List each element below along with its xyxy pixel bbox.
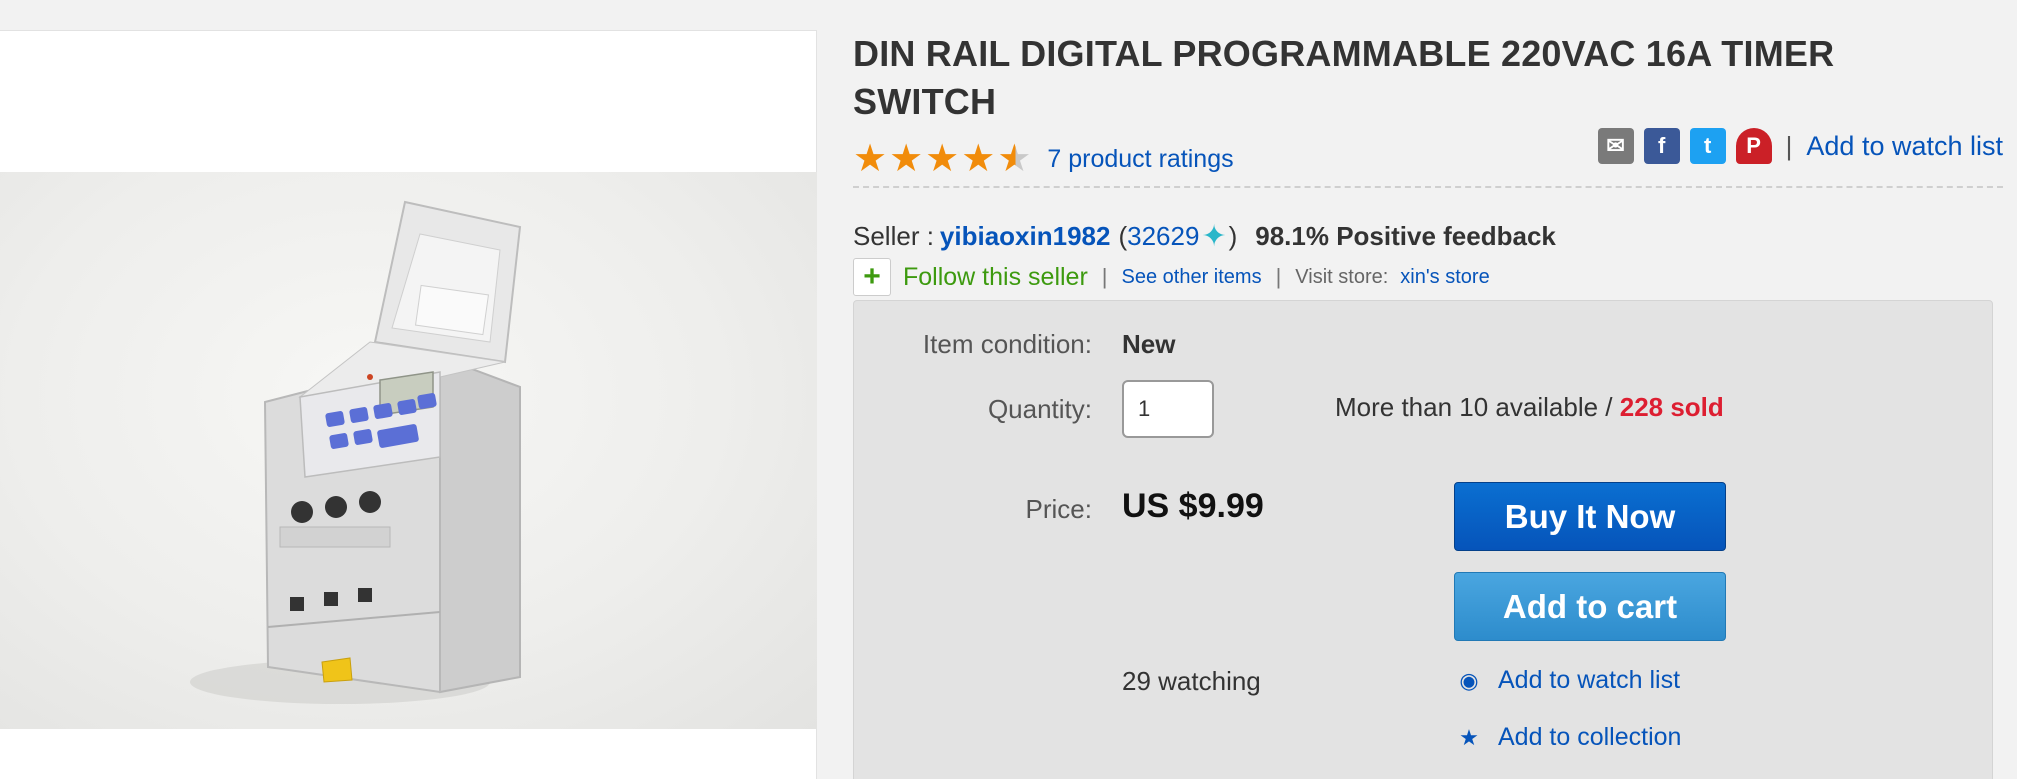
separator: |: [1785, 130, 1793, 161]
plus-icon[interactable]: +: [853, 258, 891, 296]
store-link[interactable]: xin's store: [1400, 266, 1489, 289]
seller-name-link[interactable]: yibiaoxin1982: [940, 221, 1111, 252]
email-icon[interactable]: ✉: [1597, 128, 1634, 164]
seller-label: Seller :: [853, 221, 934, 251]
divider: [853, 186, 2003, 188]
quantity-label: Quantity:: [987, 394, 1092, 424]
eye-icon: ◉: [1459, 667, 1479, 693]
sold-count[interactable]: 228 sold: [1620, 392, 1724, 422]
half-star-icon: ★: [997, 138, 1032, 180]
add-to-collection-action[interactable]: ★ Add to collection: [1454, 723, 1681, 752]
star-icon: ★: [853, 138, 888, 180]
timer-switch-illustration: [190, 200, 522, 704]
buy-it-now-button[interactable]: Buy It Now: [1454, 482, 1726, 551]
star-icon: ★: [961, 138, 996, 180]
availability-text: More than 10 available /: [1335, 392, 1620, 422]
item-condition-label: Item condition:: [922, 329, 1092, 359]
star-icon: ★: [1459, 724, 1479, 750]
add-to-cart-button[interactable]: Add to cart: [1454, 572, 1726, 641]
follow-row: + Follow this seller | See other items |…: [853, 258, 1490, 296]
buy-box: Item condition: New Quantity: More than …: [853, 300, 1993, 779]
follow-seller-link[interactable]: Follow this seller: [903, 263, 1088, 292]
rating-row: ★ ★ ★ ★ ★ 7 product ratings: [853, 140, 1234, 178]
seller-info: Seller : yibiaoxin1982 ( 32629 ✦ ) 98.1%…: [853, 219, 1556, 254]
shooting-star-icon: ✦: [1201, 220, 1227, 253]
product-image-panel: [0, 30, 817, 779]
paren-open: (: [1118, 221, 1128, 251]
separator: |: [1101, 264, 1108, 289]
see-other-items-link[interactable]: See other items: [1122, 266, 1262, 289]
share-bar: ✉ f t P | Add to watch list: [1597, 128, 2003, 164]
pinterest-icon[interactable]: P: [1735, 128, 1772, 164]
add-to-watch-list-label: Add to watch list: [1498, 666, 1681, 694]
add-to-watch-list-action[interactable]: ◉ Add to watch list: [1454, 666, 1680, 695]
feedback-score-link[interactable]: 32629: [1127, 221, 1199, 252]
visit-store-label: Visit store:: [1295, 265, 1389, 288]
price-label: Price:: [1025, 494, 1092, 524]
separator: |: [1275, 264, 1282, 289]
item-condition-value: New: [1122, 329, 1176, 359]
product-ratings-link[interactable]: 7 product ratings: [1047, 145, 1233, 174]
quantity-input[interactable]: [1122, 380, 1214, 438]
product-title: DIN RAIL DIGITAL PROGRAMMABLE 220VAC 16A…: [853, 33, 1835, 122]
add-to-collection-label: Add to collection: [1498, 723, 1682, 751]
twitter-icon[interactable]: t: [1689, 128, 1726, 164]
star-icon: ★: [925, 138, 960, 180]
price-value: US $9.99: [1122, 487, 1264, 525]
product-photo[interactable]: [0, 172, 817, 729]
paren-close: ): [1228, 221, 1238, 251]
availability: More than 10 available / 228 sold: [1335, 392, 1724, 423]
watching-count: 29 watching: [1122, 666, 1261, 696]
add-to-watch-list-link[interactable]: Add to watch list: [1806, 131, 2003, 162]
facebook-icon[interactable]: f: [1643, 128, 1680, 164]
star-icon: ★: [889, 138, 924, 180]
positive-feedback: 98.1% Positive feedback: [1255, 221, 1556, 251]
rating-stars[interactable]: ★ ★ ★ ★ ★: [853, 140, 1031, 178]
